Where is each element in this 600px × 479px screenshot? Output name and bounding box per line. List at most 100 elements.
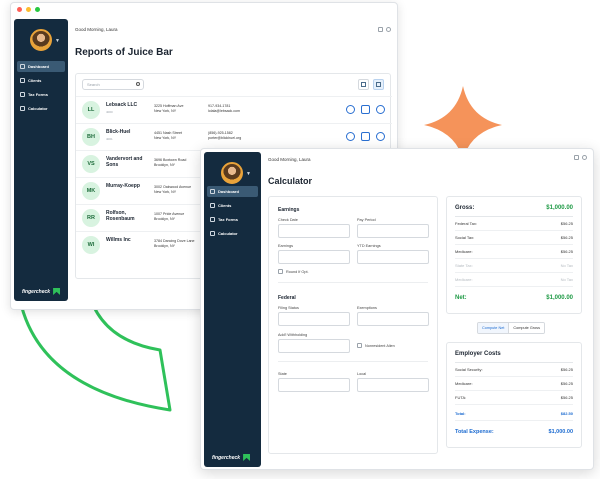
client-initials: RR (82, 209, 100, 227)
dashboard-icon (210, 189, 215, 194)
round-if-opt-label: Round If Opt. (286, 269, 309, 274)
help-icon[interactable] (582, 155, 587, 160)
dollar-icon[interactable] (376, 105, 385, 114)
close-dot[interactable] (17, 7, 22, 12)
calculator-window: ▼ Dashboard Clients Tax Forms Calculator (200, 148, 594, 470)
client-address: 3784 Dancing Dove Lane Brooklyn, NY (154, 239, 195, 249)
gross-label: Gross: (455, 204, 475, 211)
brand-name: fingercheck (22, 288, 51, 295)
notification-icon[interactable] (378, 27, 383, 32)
grid-view-button[interactable] (358, 79, 369, 90)
list-view-button[interactable] (373, 79, 384, 90)
grid-icon (361, 82, 366, 87)
earnings-input[interactable] (278, 250, 350, 264)
minimize-dot[interactable] (26, 7, 31, 12)
address-line-2: Brooklyn, NY (154, 244, 175, 248)
divider (278, 361, 428, 362)
check-date-input[interactable] (278, 224, 350, 238)
view-icon[interactable] (346, 132, 355, 141)
round-if-opt-checkbox[interactable]: Round If Opt. (278, 269, 309, 274)
employer-medicare-value: $56.25 (560, 381, 573, 386)
ytd-earnings-label: YTD Earnings (357, 244, 381, 248)
document-icon[interactable] (361, 105, 370, 114)
sidebar-item-dashboard[interactable]: Dashboard (17, 61, 65, 72)
nonresident-alien-label: Nonresident Alien (365, 343, 395, 348)
chevron-down-icon[interactable]: ▼ (55, 38, 60, 44)
user-avatar[interactable] (30, 29, 52, 51)
gross-row: Gross: $1,000.00 (455, 199, 573, 217)
social-security-label: Social Security: (455, 367, 483, 372)
chevron-down-icon[interactable]: ▼ (246, 171, 251, 177)
client-name: Rolfson, Rosenbaum (106, 210, 135, 222)
total-expense-row: Total Expense: $1,000.00 (455, 425, 573, 439)
dollar-icon[interactable] (376, 132, 385, 141)
total-row: Total: $82.50 (455, 407, 573, 421)
social-security-value: $56.25 (560, 367, 573, 372)
earnings-label: Earnings (278, 244, 293, 248)
nonresident-alien-checkbox[interactable]: Nonresident Alien (357, 343, 395, 348)
client-initials: VS (82, 155, 100, 173)
brand-logo: fingercheck (212, 454, 251, 461)
net-row: Net: $1,000.00 (455, 291, 573, 305)
maximize-dot[interactable] (35, 7, 40, 12)
federal-tax-row: Federal Tax: $56.25 (455, 217, 573, 231)
sidebar-item-label: Calculator (28, 106, 48, 111)
page-title: Reports of Juice Bar (75, 47, 173, 58)
sidebar-item-tax-forms[interactable]: Tax Forms (17, 89, 65, 100)
sidebar-item-tax-forms[interactable]: Tax Forms (207, 214, 258, 225)
check-date-label: Check Date (278, 218, 298, 222)
sidebar-item-clients[interactable]: Clients (17, 75, 65, 86)
client-initials: BH (82, 128, 100, 146)
client-address: 3002 Oakwood Avenue New York, NY (154, 185, 191, 195)
view-icon[interactable] (346, 105, 355, 114)
state-label: State (278, 372, 287, 376)
view-toggle (358, 79, 384, 90)
page-title: Calculator (268, 176, 313, 186)
calculator-icon (20, 106, 25, 111)
state-tax-row: State Tax: No Tax (455, 259, 573, 273)
sidebar-item-calculator[interactable]: Calculator (207, 228, 258, 239)
marketing-composite: ▼ Dashboard Clients Tax Forms Calculator (0, 0, 600, 479)
table-row[interactable]: BH Blick-Huel 4001 4451 Nash Street New Y… (76, 123, 392, 150)
medicare-value: $56.25 (560, 249, 573, 254)
medicare2-value: No Tax (560, 277, 573, 282)
search-input[interactable]: Search (82, 79, 144, 90)
compute-net-button[interactable]: Compute Net (478, 323, 510, 333)
medicare-label: Medicare: (455, 249, 473, 254)
filing-status-select[interactable] (278, 312, 350, 326)
notification-icon[interactable] (574, 155, 579, 160)
social-tax-value: $56.25 (560, 235, 573, 240)
greeting-text: Good Morning, Laura (268, 157, 311, 162)
employer-costs-title: Employer Costs (455, 350, 501, 357)
client-initials: WI (82, 236, 100, 254)
sidebar-item-calculator[interactable]: Calculator (17, 103, 65, 114)
federal-tax-label: Federal Tax: (455, 221, 477, 226)
sidebar-item-dashboard[interactable]: Dashboard (207, 186, 258, 197)
compute-gross-button[interactable]: Compute Gross (509, 323, 544, 333)
list-icon (376, 82, 381, 87)
client-contact: (856)-925-1582 porter@blickhuel.org (208, 131, 241, 141)
client-name: Lebsack LLC (106, 102, 138, 108)
state-select[interactable] (278, 378, 350, 392)
client-email: lolala@lebsack.com (208, 109, 241, 113)
addl-withholding-input[interactable] (278, 339, 350, 353)
employer-medicare-row: Medicare: $56.25 (455, 377, 573, 391)
calculator-icon (210, 231, 215, 236)
ytd-earnings-input[interactable] (357, 250, 429, 264)
top-icons (574, 155, 587, 160)
client-email: porter@blickhuel.org (208, 136, 242, 140)
exemptions-input[interactable] (357, 312, 429, 326)
table-row[interactable]: LL Lebsack LLC 4000 3225 Hoffman Ave New … (76, 96, 392, 123)
brand-name: fingercheck (212, 454, 241, 461)
total-label: Total: (455, 411, 466, 416)
local-select[interactable] (357, 378, 429, 392)
user-avatar[interactable] (221, 162, 243, 184)
help-icon[interactable] (386, 27, 391, 32)
earnings-section-title: Earnings (278, 207, 300, 213)
pay-period-select[interactable] (357, 224, 429, 238)
document-icon (210, 217, 215, 222)
document-icon[interactable] (361, 132, 370, 141)
client-name: Willms Inc (106, 237, 131, 243)
sidebar-item-clients[interactable]: Clients (207, 200, 258, 211)
users-icon (210, 203, 215, 208)
